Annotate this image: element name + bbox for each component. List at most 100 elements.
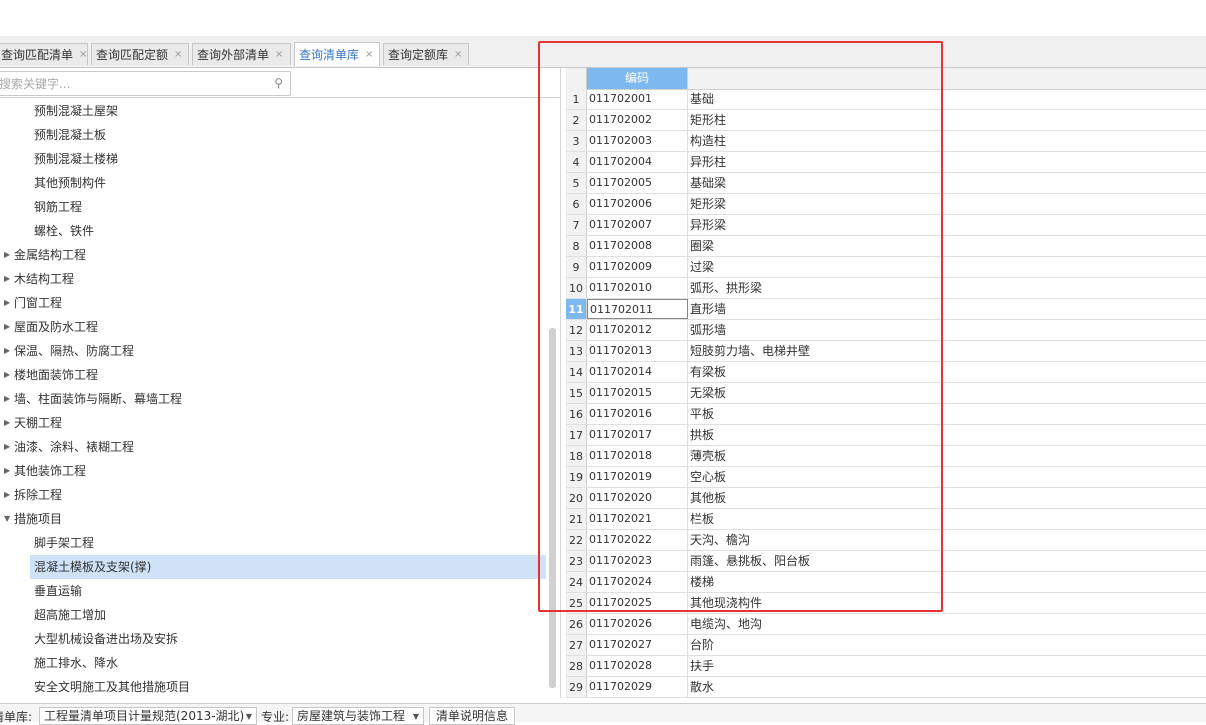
tab-query-list-library[interactable]: 查询清单库 × bbox=[294, 42, 380, 66]
row-number[interactable]: 2 bbox=[566, 110, 587, 130]
close-icon[interactable]: × bbox=[365, 49, 373, 60]
table-row[interactable]: 28 011702028 扶手 bbox=[566, 656, 1206, 677]
caret-right-icon[interactable]: ▶ bbox=[4, 267, 10, 291]
close-icon[interactable]: × bbox=[454, 49, 462, 60]
tree-item[interactable]: ▶ 保温、隔热、防腐工程 bbox=[0, 339, 546, 363]
table-row[interactable]: 27 011702027 台阶 bbox=[566, 635, 1206, 656]
cell-code[interactable]: 011702026 bbox=[587, 614, 688, 634]
cell-name[interactable]: 平板 bbox=[690, 404, 714, 424]
row-number[interactable]: 5 bbox=[566, 173, 587, 193]
row-number[interactable]: 19 bbox=[566, 467, 587, 487]
cell-code[interactable]: 011702011 bbox=[587, 299, 688, 319]
cell-name[interactable]: 异形柱 bbox=[690, 152, 726, 172]
cell-code[interactable]: 011702010 bbox=[587, 278, 688, 298]
tree-item[interactable]: ▶ 墙、柱面装饰与隔断、幕墙工程 bbox=[0, 387, 546, 411]
close-icon[interactable]: × bbox=[174, 49, 182, 60]
cell-name[interactable]: 空心板 bbox=[690, 467, 726, 487]
tree-item[interactable]: 钢筋工程 bbox=[0, 195, 546, 219]
cell-code[interactable]: 011702021 bbox=[587, 509, 688, 529]
tree-item[interactable]: 超高施工增加 bbox=[0, 603, 546, 627]
cell-code[interactable]: 011702024 bbox=[587, 572, 688, 592]
cell-name[interactable]: 散水 bbox=[690, 677, 714, 697]
row-number[interactable]: 22 bbox=[566, 530, 587, 550]
row-number[interactable]: 12 bbox=[566, 320, 587, 340]
cell-name[interactable]: 弧形墙 bbox=[690, 320, 726, 340]
cell-code[interactable]: 011702025 bbox=[587, 593, 688, 613]
table-row[interactable]: 13 011702013 短肢剪力墙、电梯井壁 bbox=[566, 341, 1206, 362]
table-row[interactable]: 3 011702003 构造柱 bbox=[566, 131, 1206, 152]
cell-name[interactable]: 其他板 bbox=[690, 488, 726, 508]
tree-item[interactable]: 大型机械设备进出场及安拆 bbox=[0, 627, 546, 651]
table-row[interactable]: 6 011702006 矩形梁 bbox=[566, 194, 1206, 215]
cell-code[interactable]: 011702015 bbox=[587, 383, 688, 403]
cell-name[interactable]: 构造柱 bbox=[690, 131, 726, 151]
table-row[interactable]: 15 011702015 无梁板 bbox=[566, 383, 1206, 404]
row-number[interactable]: 8 bbox=[566, 236, 587, 256]
table-row[interactable]: 2 011702002 矩形柱 bbox=[566, 110, 1206, 131]
caret-right-icon[interactable]: ▶ bbox=[4, 291, 10, 315]
library-select[interactable]: 工程量清单项目计量规范(2013-湖北) ▼ bbox=[39, 707, 257, 725]
caret-right-icon[interactable]: ▶ bbox=[4, 339, 10, 363]
table-row[interactable]: 14 011702014 有梁板 bbox=[566, 362, 1206, 383]
close-icon[interactable]: × bbox=[275, 49, 283, 60]
search-icon[interactable]: ⚲ bbox=[274, 76, 283, 90]
row-number[interactable]: 18 bbox=[566, 446, 587, 466]
row-number[interactable]: 21 bbox=[566, 509, 587, 529]
search-input[interactable] bbox=[0, 72, 269, 95]
tree-item[interactable]: ▶ 屋面及防水工程 bbox=[0, 315, 546, 339]
cell-code[interactable]: 011702020 bbox=[587, 488, 688, 508]
table-row[interactable]: 10 011702010 弧形、拱形梁 bbox=[566, 278, 1206, 299]
list-info-button[interactable]: 清单说明信息 bbox=[429, 707, 516, 725]
cell-name[interactable]: 楼梯 bbox=[690, 572, 714, 592]
cell-code[interactable]: 011702012 bbox=[587, 320, 688, 340]
cell-code[interactable]: 011702018 bbox=[587, 446, 688, 466]
cell-code[interactable]: 011702028 bbox=[587, 656, 688, 676]
table-row[interactable]: 18 011702018 薄壳板 bbox=[566, 446, 1206, 467]
caret-right-icon[interactable]: ▶ bbox=[4, 243, 10, 267]
row-number[interactable]: 3 bbox=[566, 131, 587, 151]
caret-right-icon[interactable]: ▶ bbox=[4, 483, 10, 507]
row-number[interactable]: 25 bbox=[566, 593, 587, 613]
tree-item[interactable]: ▶ 木结构工程 bbox=[0, 267, 546, 291]
row-number[interactable]: 7 bbox=[566, 215, 587, 235]
row-number[interactable]: 13 bbox=[566, 341, 587, 361]
cell-code[interactable]: 011702014 bbox=[587, 362, 688, 382]
table-row[interactable]: 7 011702007 异形梁 bbox=[566, 215, 1206, 236]
table-row[interactable]: 24 011702024 楼梯 bbox=[566, 572, 1206, 593]
tree-item[interactable]: ▼ 措施项目 bbox=[0, 507, 546, 531]
tab-query-matched-list[interactable]: 查询匹配清单 × bbox=[0, 43, 88, 65]
row-number[interactable]: 28 bbox=[566, 656, 587, 676]
table-row[interactable]: 23 011702023 雨篷、悬挑板、阳台板 bbox=[566, 551, 1206, 572]
cell-name[interactable]: 基础梁 bbox=[690, 173, 726, 193]
table-row[interactable]: 11 011702011 直形墙 bbox=[566, 299, 1206, 320]
cell-code[interactable]: 011702006 bbox=[587, 194, 688, 214]
specialty-select[interactable]: 房屋建筑与装饰工程 ▼ bbox=[292, 707, 424, 725]
cell-name[interactable]: 雨篷、悬挑板、阳台板 bbox=[690, 551, 810, 571]
cell-name[interactable]: 无梁板 bbox=[690, 383, 726, 403]
cell-code[interactable]: 011702027 bbox=[587, 635, 688, 655]
tree-item[interactable]: ▶ 楼地面装饰工程 bbox=[0, 363, 546, 387]
cell-code[interactable]: 011702019 bbox=[587, 467, 688, 487]
table-row[interactable]: 22 011702022 天沟、檐沟 bbox=[566, 530, 1206, 551]
row-number[interactable]: 26 bbox=[566, 614, 587, 634]
row-number[interactable]: 20 bbox=[566, 488, 587, 508]
table-row[interactable]: 21 011702021 栏板 bbox=[566, 509, 1206, 530]
cell-name[interactable]: 矩形梁 bbox=[690, 194, 726, 214]
tree-item[interactable]: 混凝土模板及支架(撑) bbox=[30, 555, 546, 579]
tree-item[interactable]: 施工排水、降水 bbox=[0, 651, 546, 675]
row-number[interactable]: 6 bbox=[566, 194, 587, 214]
cell-name[interactable]: 电缆沟、地沟 bbox=[690, 614, 762, 634]
cell-code[interactable]: 011702004 bbox=[587, 152, 688, 172]
cell-name[interactable]: 栏板 bbox=[690, 509, 714, 529]
tree-item[interactable]: ▶ 油漆、涂料、裱糊工程 bbox=[0, 435, 546, 459]
cell-name[interactable]: 扶手 bbox=[690, 656, 714, 676]
cell-name[interactable]: 台阶 bbox=[690, 635, 714, 655]
caret-right-icon[interactable]: ▶ bbox=[4, 363, 10, 387]
tree-item[interactable]: 安全文明施工及其他措施项目 bbox=[0, 675, 546, 699]
table-row[interactable]: 12 011702012 弧形墙 bbox=[566, 320, 1206, 341]
column-header-code[interactable]: 编码 bbox=[587, 68, 688, 89]
row-number[interactable]: 16 bbox=[566, 404, 587, 424]
caret-right-icon[interactable]: ▶ bbox=[4, 387, 10, 411]
table-row[interactable]: 4 011702004 异形柱 bbox=[566, 152, 1206, 173]
cell-name[interactable]: 弧形、拱形梁 bbox=[690, 278, 762, 298]
